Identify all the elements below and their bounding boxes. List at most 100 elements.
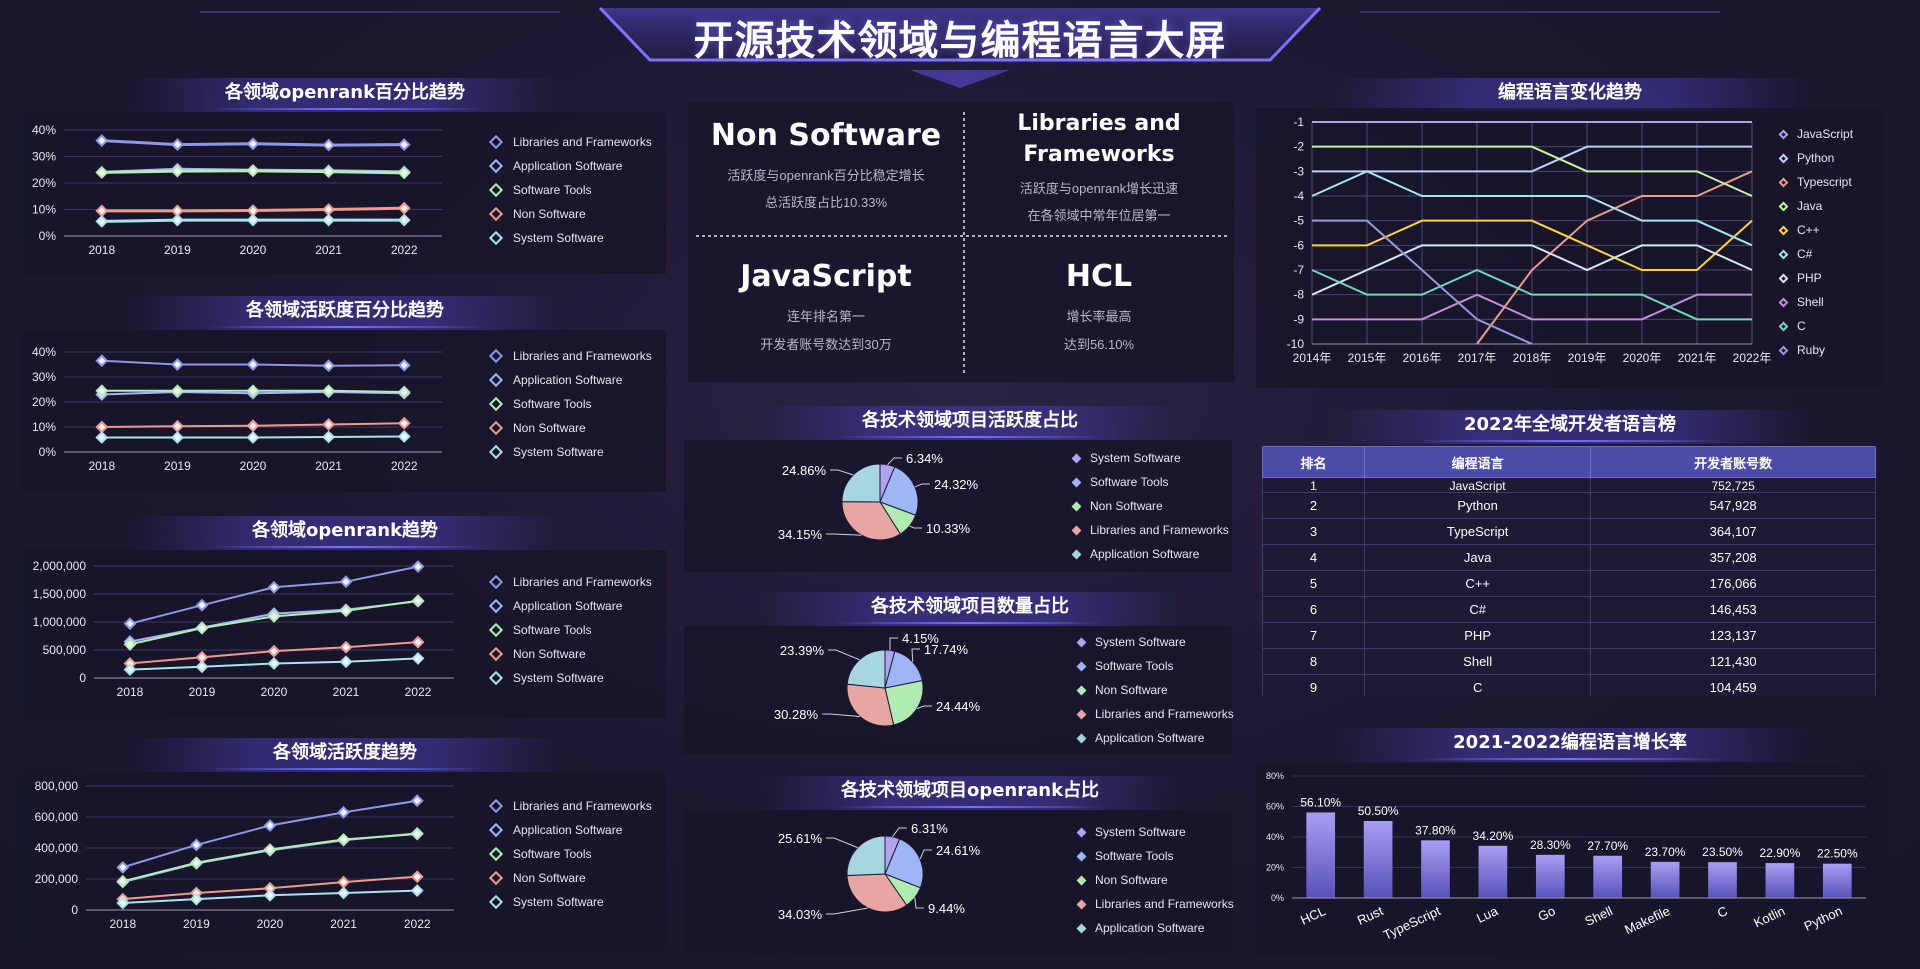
legend-item-application-software[interactable]: Application Software — [1069, 542, 1229, 566]
legend-item-libraries-and-frameworks[interactable]: Libraries and Frameworks — [487, 570, 652, 594]
legend-label: Application Software — [1095, 731, 1205, 745]
activity-trend-legend: Libraries and Frameworks Application Soft… — [487, 794, 652, 914]
legend-item-non-software[interactable]: Non Software — [1069, 494, 1229, 518]
legend-label: Libraries and Frameworks — [513, 799, 652, 813]
legend-item-software-tools[interactable]: Software Tools — [1069, 470, 1229, 494]
x-tick-label: 2020 — [261, 685, 288, 699]
legend-item-software-tools[interactable]: Software Tools — [487, 842, 652, 866]
legend-item-ruby[interactable]: Ruby — [1776, 338, 1853, 362]
legend-item-shell[interactable]: Shell — [1776, 290, 1853, 314]
x-tick-label: 2019 — [183, 917, 210, 931]
legend-item-application-software[interactable]: Application Software — [1074, 726, 1234, 750]
data-point-libraries-and-frameworks — [322, 359, 336, 373]
y-tick-label: -4 — [1293, 189, 1304, 203]
pie-leader-line — [909, 525, 922, 529]
legend-item-libraries-and-frameworks[interactable]: Libraries and Frameworks — [487, 130, 652, 154]
bar-typescript — [1421, 840, 1450, 898]
x-category-label: Shell — [1582, 903, 1615, 929]
legend-label: Libraries and Frameworks — [1095, 897, 1234, 911]
legend-item-system-software[interactable]: System Software — [487, 666, 652, 690]
legend-marker — [488, 348, 504, 364]
bar-hcl — [1306, 812, 1336, 898]
legend-item-c[interactable]: C# — [1776, 242, 1853, 266]
legend-marker — [1778, 297, 1789, 307]
legend-item-javascript[interactable]: JavaScript — [1776, 122, 1853, 146]
legend-marker — [1076, 875, 1087, 885]
x-tick-label: 2021 — [330, 917, 357, 931]
legend-label: Software Tools — [1090, 475, 1169, 489]
legend-label: System Software — [1095, 635, 1186, 649]
language-cell: Python — [1363, 492, 1592, 519]
legend-item-software-tools[interactable]: Software Tools — [1074, 654, 1234, 678]
legend-item-typescript[interactable]: Typescript — [1776, 170, 1853, 194]
legend-item-libraries-and-frameworks[interactable]: Libraries and Frameworks — [487, 344, 652, 368]
legend-item-software-tools[interactable]: Software Tools — [487, 618, 652, 642]
x-tick-label: 2021年 — [1678, 351, 1717, 365]
legend-item-libraries-and-frameworks[interactable]: Libraries and Frameworks — [1074, 702, 1234, 726]
legend-item-application-software[interactable]: Application Software — [1074, 916, 1234, 940]
table-row: 6 C# 146,453 — [1262, 596, 1876, 623]
legend-item-system-software[interactable]: System Software — [1074, 630, 1234, 654]
y-tick-label: 2,000,000 — [33, 559, 87, 573]
legend-item-software-tools[interactable]: Software Tools — [487, 178, 652, 202]
legend-label: Libraries and Frameworks — [1090, 523, 1229, 537]
legend-label: Non Software — [513, 871, 586, 885]
legend-marker — [1076, 637, 1087, 647]
legend-item-c[interactable]: C — [1776, 314, 1853, 338]
legend-marker — [1076, 923, 1087, 933]
x-tick-label: 2022 — [405, 685, 432, 699]
rank-header: 排名 — [1262, 446, 1365, 478]
rank-cell: 5 — [1262, 570, 1365, 597]
legend-item-php[interactable]: PHP — [1776, 266, 1853, 290]
legend-item-system-software[interactable]: System Software — [1074, 820, 1234, 844]
legend-item-non-software[interactable]: Non Software — [487, 416, 652, 440]
legend-item-system-software[interactable]: System Software — [487, 440, 652, 464]
pie-slice-application-software — [846, 835, 886, 876]
legend-item-software-tools[interactable]: Software Tools — [487, 392, 652, 416]
activity-share-pie: 6.34% 24.32% 10.33% 34.15% 24.86% — [778, 451, 979, 542]
legend-item-non-software[interactable]: Non Software — [1074, 678, 1234, 702]
legend-item-non-software[interactable]: Non Software — [487, 202, 652, 226]
legend-marker — [1778, 225, 1789, 235]
legend-item-non-software[interactable]: Non Software — [487, 866, 652, 890]
y-tick-label: 30% — [32, 370, 56, 384]
legend-label: Software Tools — [1095, 849, 1174, 863]
language-cell: PHP — [1363, 622, 1592, 649]
legend-item-c[interactable]: C++ — [1776, 218, 1853, 242]
legend-item-system-software[interactable]: System Software — [487, 890, 652, 914]
legend-label: Application Software — [513, 159, 623, 173]
x-tick-label: 2020 — [240, 459, 267, 473]
legend-label: Non Software — [513, 647, 586, 661]
openrank-pct-legend: Libraries and Frameworks Application Soft… — [487, 130, 652, 250]
y-tick-label: 10% — [32, 420, 56, 434]
legend-item-non-software[interactable]: Non Software — [1074, 868, 1234, 892]
legend-item-libraries-and-frameworks[interactable]: Libraries and Frameworks — [1074, 892, 1234, 916]
legend-item-application-software[interactable]: Application Software — [487, 368, 652, 392]
legend-label: System Software — [1090, 451, 1181, 465]
legend-item-non-software[interactable]: Non Software — [487, 642, 652, 666]
legend-marker — [1778, 321, 1789, 331]
legend-item-libraries-and-frameworks[interactable]: Libraries and Frameworks — [1069, 518, 1229, 542]
data-point-libraries-and-frameworks — [95, 134, 109, 148]
legend-marker — [488, 670, 504, 686]
rank-cell: 3 — [1262, 518, 1365, 545]
legend-item-application-software[interactable]: Application Software — [487, 154, 652, 178]
legend-item-python[interactable]: Python — [1776, 146, 1853, 170]
legend-item-java[interactable]: Java — [1776, 194, 1853, 218]
dev-count-cell: 146,453 — [1590, 596, 1876, 623]
legend-item-system-software[interactable]: System Software — [487, 226, 652, 250]
legend-item-system-software[interactable]: System Software — [1069, 446, 1229, 470]
legend-item-application-software[interactable]: Application Software — [487, 594, 652, 618]
legend-item-software-tools[interactable]: Software Tools — [1074, 844, 1234, 868]
y-tick-label: 10% — [32, 203, 56, 217]
data-point-system-software — [246, 431, 260, 444]
data-point-non-software — [170, 419, 184, 433]
rank-cell: 4 — [1262, 544, 1365, 571]
legend-item-libraries-and-frameworks[interactable]: Libraries and Frameworks — [487, 794, 652, 818]
y-tick-label: 20% — [32, 395, 56, 409]
section-title-openrank-pct: 各领域openrank百分比趋势 — [130, 78, 560, 112]
legend-item-application-software[interactable]: Application Software — [487, 818, 652, 842]
bar-value-label: 28.30% — [1530, 838, 1571, 852]
dev-count-cell: 123,137 — [1590, 622, 1876, 649]
y-tick-label: 500,000 — [43, 643, 87, 657]
